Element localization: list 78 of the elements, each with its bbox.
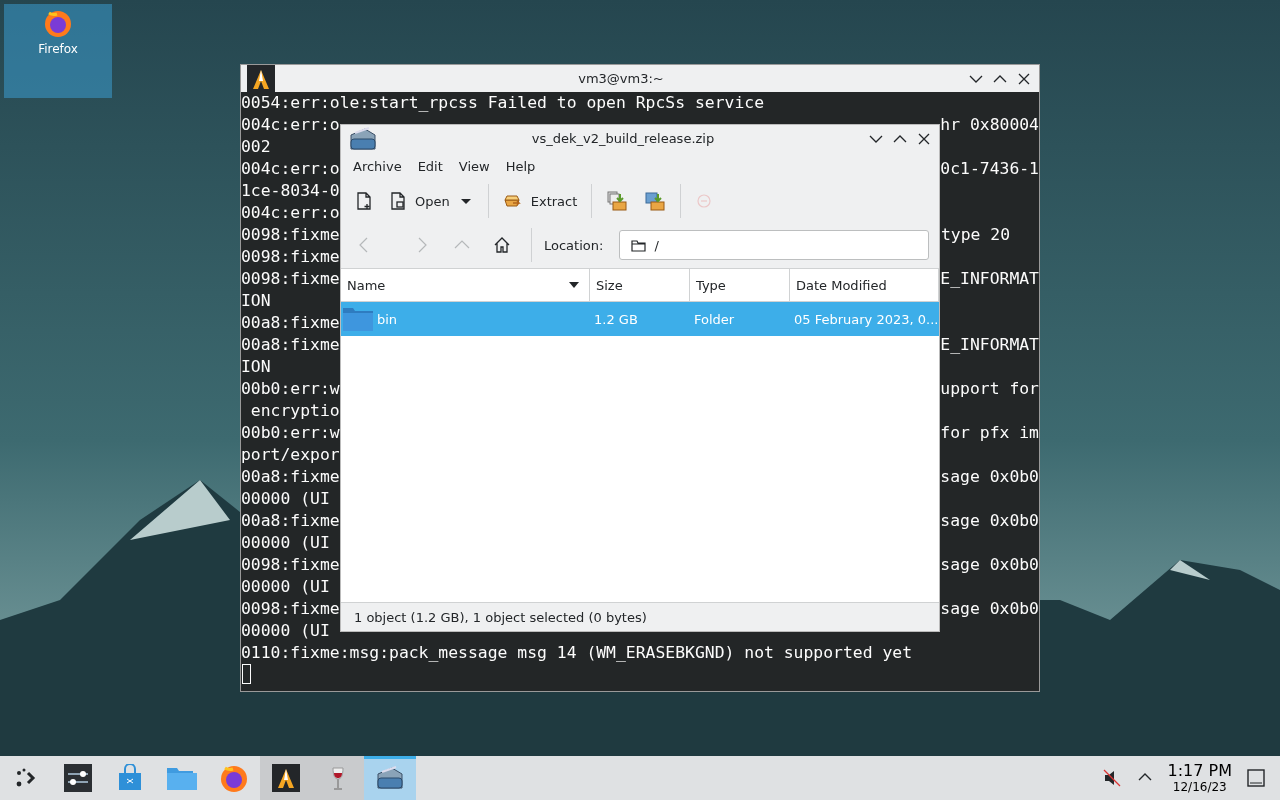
column-header[interactable]: Type: [690, 269, 790, 301]
home-icon[interactable]: [493, 236, 511, 254]
muted-speaker-icon[interactable]: [1101, 768, 1122, 788]
files-box-icon[interactable]: [606, 190, 629, 212]
terminal-line: 00000 (UI: [241, 621, 330, 640]
terminal-line: encryptio: [249, 401, 340, 420]
terminal-line: 0098:fixme: [241, 269, 340, 288]
open-button[interactable]: Open: [383, 186, 480, 216]
terminal-line: port/expor: [241, 445, 340, 464]
terminal-line: 00000 (UI: [241, 533, 330, 552]
column-header[interactable]: Name: [341, 269, 590, 301]
status-text: 1 object (1.2 GB), 1 object selected (0 bytes): [354, 609, 647, 625]
table-cell-text: Folder: [693, 311, 736, 327]
location-field[interactable]: /: [619, 230, 929, 260]
terminal-line: 0098:fixme: [241, 247, 340, 266]
column-header[interactable]: Date Modified: [790, 269, 939, 301]
sliders-icon[interactable]: [64, 764, 92, 792]
window-title: vs_dek_v2_build_release.zip: [530, 131, 716, 146]
location-label: Location:: [544, 237, 604, 253]
terminal-line: 00a8:fixme: [241, 511, 340, 530]
archive-roll-icon[interactable]: [347, 124, 379, 153]
show-desktop-icon[interactable]: [1246, 768, 1266, 788]
menu-item[interactable]: Help: [497, 155, 544, 177]
menu-item[interactable]: Edit: [409, 155, 451, 177]
terminal-line: sage 0x0b0: [940, 466, 1039, 488]
terminal-line: 0054:err:ole:start_rpcss Failed to open RpcSs service: [241, 93, 764, 112]
window-title: vm3@vm3:~: [577, 71, 665, 86]
terminal-line: 0098:fixme: [241, 555, 340, 574]
taskbar-app-button[interactable]: [260, 756, 312, 800]
terminal-line: 00000 (UI: [241, 577, 330, 596]
desktop-icon-label[interactable]: Firefox: [38, 42, 78, 56]
terminal-line: for pfx im: [940, 422, 1039, 444]
terminal-app-icon[interactable]: [272, 764, 300, 792]
terminal-line: E_INFORMAT: [940, 334, 1039, 356]
text-cursor: [242, 664, 251, 684]
terminal-line: 00b0:err:w: [241, 423, 340, 442]
column-header[interactable]: Size: [590, 269, 690, 301]
terminal-line: upport for: [940, 378, 1039, 400]
fox-globe-icon[interactable]: [219, 763, 249, 793]
terminal-line: 00a8:fixme: [241, 313, 340, 332]
archive-roll-icon[interactable]: [374, 764, 406, 792]
terminal-line: 0098:fixme: [241, 599, 340, 618]
extract-button[interactable]: Extract: [496, 186, 584, 216]
terminal-line: sage 0x0b0: [940, 510, 1039, 532]
table-cell: bin: [377, 311, 398, 327]
terminal-line: 00a8:fixme: [241, 335, 340, 354]
shopping-bag-icon[interactable]: [116, 764, 144, 792]
file-icon[interactable]: [389, 192, 407, 210]
table-cell-text: 1.2 GB: [593, 311, 639, 327]
terminal-line: 00a8:fixme: [241, 467, 340, 486]
terminal-line: E_INFORMAT: [940, 268, 1039, 290]
menu-item[interactable]: View: [450, 155, 498, 177]
terminal-line: ION: [241, 291, 271, 310]
folder-icon: [343, 306, 373, 332]
terminal-line: 0c1-7436-1: [940, 158, 1039, 180]
terminal-line: 002: [241, 137, 271, 156]
terminal-line: 00b0:err:w: [241, 379, 340, 398]
folder-outline-icon: [630, 237, 647, 253]
folder-box-icon[interactable]: [644, 190, 667, 212]
table-cell-text: 05 February 2023, 0...: [793, 311, 940, 327]
new-file-icon[interactable]: [355, 192, 373, 210]
terminal-line: ION: [241, 357, 271, 376]
menu-item[interactable]: Archive: [345, 155, 410, 177]
terminal-line: 0110:fixme:msg:pack_message msg 14 (WM_ERASEBKGND) not supported yet: [241, 643, 913, 662]
terminal-line: sage 0x0b0: [940, 554, 1039, 576]
terminal-line: 004c:err:o: [241, 115, 340, 134]
terminal-line: type 20: [941, 224, 1011, 246]
fox-globe-icon[interactable]: [43, 8, 73, 38]
terminal-app-icon[interactable]: [247, 64, 275, 93]
terminal-line: 0098:fixme: [241, 225, 340, 244]
clock[interactable]: 1:17 PM 12/16/23: [1167, 763, 1232, 793]
terminal-line: 004c:err:o: [241, 159, 340, 178]
terminal-line: hr 0x80004: [940, 114, 1039, 136]
terminal-line: sage 0x0b0: [940, 598, 1039, 620]
terminal-line: 004c:err:o: [241, 203, 340, 222]
terminal-line: 00000 (UI: [241, 489, 330, 508]
box-arrow-icon[interactable]: [502, 192, 523, 210]
terminal-line: 1ce-8034-0: [241, 181, 340, 200]
